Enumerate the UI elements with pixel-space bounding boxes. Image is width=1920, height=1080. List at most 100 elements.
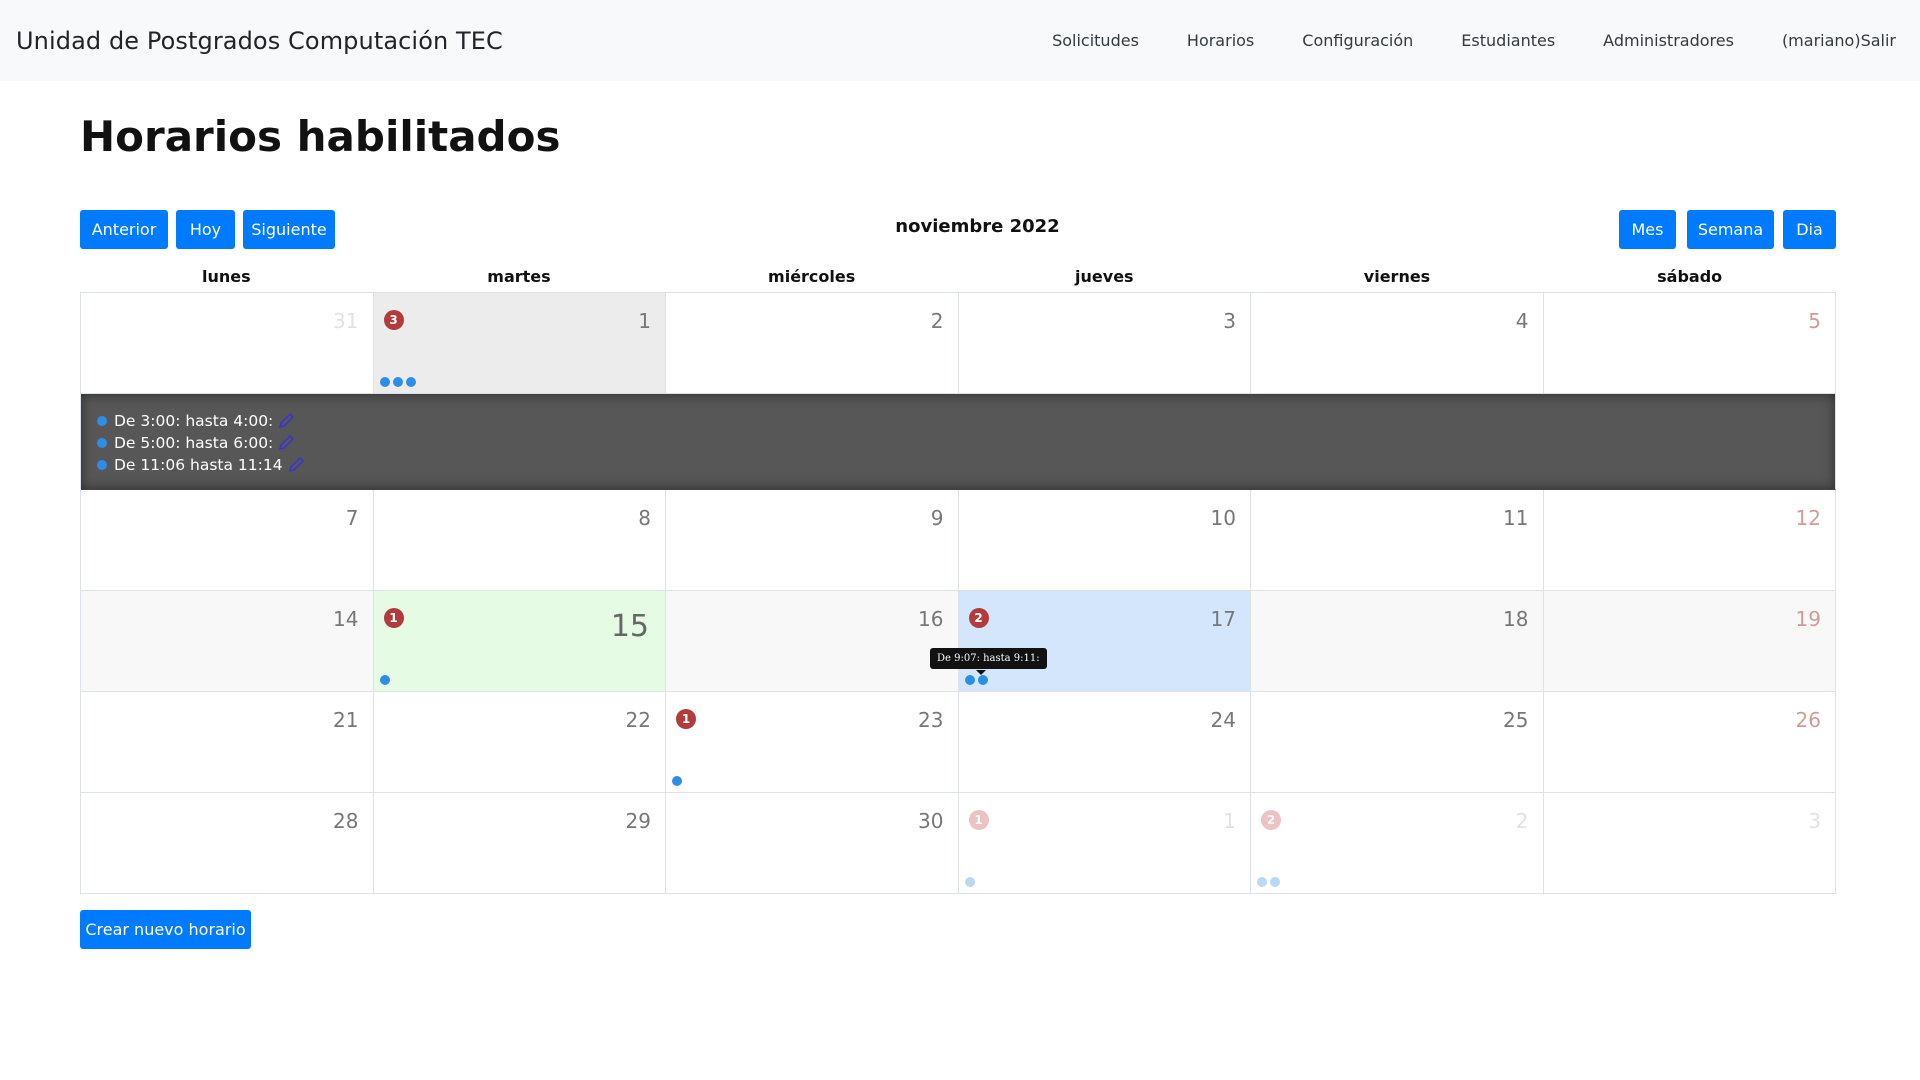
- calendar-day-cell[interactable]: 11: [1251, 490, 1544, 591]
- nav-link-salir[interactable]: (mariano)Salir: [1758, 31, 1896, 50]
- event-time-label: De 11:06 hasta 11:14: [114, 456, 283, 474]
- day-number: 31: [333, 309, 359, 333]
- calendar-day-cell[interactable]: 22: [373, 692, 666, 793]
- nav-links: Solicitudes Horarios Configuración Estud…: [1028, 31, 1896, 50]
- calendar-day-cell[interactable]: 31: [373, 293, 666, 394]
- calendar-day-cell[interactable]: 31: [81, 293, 374, 394]
- edit-pencil-icon[interactable]: [277, 434, 295, 452]
- calendar-day-cell[interactable]: 16: [666, 591, 959, 692]
- prev-button[interactable]: Anterior: [80, 210, 168, 249]
- calendar-day-cell[interactable]: 8: [373, 490, 666, 591]
- calendar-day-cell[interactable]: 9: [666, 490, 959, 591]
- event-dots: [672, 776, 682, 786]
- event-dot[interactable]: [977, 675, 988, 685]
- event-dot[interactable]: [964, 877, 975, 887]
- event-count-badge[interactable]: 1: [968, 810, 989, 830]
- calendar-day-cell[interactable]: 5: [1543, 293, 1836, 394]
- event-count-badge[interactable]: 3: [383, 310, 404, 330]
- event-dot[interactable]: [379, 675, 390, 685]
- view-month-button[interactable]: Mes: [1619, 210, 1676, 249]
- calendar-day-cell[interactable]: 1 15: [373, 591, 666, 692]
- event-dot[interactable]: [379, 377, 390, 387]
- day-number: 14: [333, 607, 359, 631]
- day-number: 10: [1210, 506, 1236, 530]
- calendar-day-cell[interactable]: 12: [1543, 490, 1836, 591]
- weekday-header: lunes martes miércoles jueves viernes sá…: [80, 262, 1836, 292]
- expanded-events-panel: De 3:00: hasta 4:00: De 5:00: hasta 6:00:…: [81, 394, 1836, 490]
- day-number: 18: [1503, 607, 1529, 631]
- calendar-day-cell[interactable]: 10: [958, 490, 1251, 591]
- event-count-badge[interactable]: 2: [968, 608, 989, 628]
- calendar-day-cell[interactable]: 24: [958, 692, 1251, 793]
- day-number: 29: [625, 809, 651, 833]
- event-dot[interactable]: [405, 377, 416, 387]
- event-count-badge[interactable]: 1: [676, 709, 696, 729]
- day-number: 16: [918, 607, 944, 631]
- day-number: 21: [333, 708, 359, 732]
- day-number: 2: [1515, 809, 1529, 833]
- view-day-button[interactable]: Dia: [1783, 210, 1836, 249]
- next-button[interactable]: Siguiente: [243, 210, 335, 249]
- calendar-day-cell[interactable]: 28: [81, 793, 374, 894]
- day-number: 3: [1223, 309, 1236, 333]
- day-number: 25: [1503, 708, 1529, 732]
- calendar-week-row: 7 8 9 10 11 12: [81, 490, 1836, 591]
- event-dot: [97, 460, 107, 470]
- event-dot[interactable]: [1270, 877, 1280, 887]
- nav-link-estudiantes[interactable]: Estudiantes: [1437, 31, 1579, 50]
- navbar: Unidad de Postgrados Computación TEC Sol…: [0, 0, 1920, 81]
- calendar-day-cell[interactable]: 21: [81, 692, 374, 793]
- month-label: noviembre 2022: [895, 216, 1060, 237]
- event-time-label: De 5:00: hasta 6:00:: [114, 434, 274, 452]
- nav-link-solicitudes[interactable]: Solicitudes: [1028, 31, 1163, 50]
- day-number: 15: [610, 609, 649, 644]
- calendar-day-cell[interactable]: 22: [1251, 793, 1544, 894]
- event-item[interactable]: De 11:06 hasta 11:14: [97, 454, 1819, 476]
- calendar-day-cell[interactable]: 29: [373, 793, 666, 894]
- today-button[interactable]: Hoy: [176, 210, 235, 249]
- event-dot[interactable]: [1257, 877, 1267, 887]
- event-item[interactable]: De 5:00: hasta 6:00:: [97, 432, 1819, 454]
- event-count-badge[interactable]: 1: [383, 608, 404, 628]
- calendar-week-row: 28 29 30 1 1 2 2 3: [81, 793, 1836, 894]
- day-number: 23: [918, 708, 944, 732]
- event-dots: [964, 675, 988, 685]
- day-number: 4: [1515, 309, 1529, 333]
- view-week-button[interactable]: Semana: [1687, 210, 1774, 249]
- event-dot: [97, 416, 107, 426]
- calendar-day-cell[interactable]: 3: [958, 293, 1251, 394]
- event-dot[interactable]: [392, 377, 403, 387]
- edit-pencil-icon[interactable]: [277, 412, 295, 430]
- calendar-day-cell[interactable]: 30: [666, 793, 959, 894]
- calendar-day-cell[interactable]: 7: [81, 490, 374, 591]
- nav-link-horarios[interactable]: Horarios: [1163, 31, 1278, 50]
- calendar-day-cell[interactable]: 1 23: [666, 692, 959, 793]
- brand-title[interactable]: Unidad de Postgrados Computación TEC: [16, 27, 503, 55]
- calendar-day-cell[interactable]: 4: [1251, 293, 1544, 394]
- calendar-day-cell[interactable]: 18: [1251, 591, 1544, 692]
- day-number: 30: [918, 809, 944, 833]
- nav-link-configuracion[interactable]: Configuración: [1278, 31, 1437, 50]
- tooltip-arrow: [976, 670, 986, 675]
- calendar-day-cell[interactable]: 2: [666, 293, 959, 394]
- calendar-day-cell[interactable]: 25: [1251, 692, 1544, 793]
- event-item[interactable]: De 3:00: hasta 4:00:: [97, 410, 1819, 432]
- calendar-day-cell[interactable]: 3: [1543, 793, 1836, 894]
- event-dot[interactable]: [672, 776, 682, 786]
- day-number: 28: [333, 809, 359, 833]
- calendar-day-cell[interactable]: 11: [958, 793, 1251, 894]
- calendar-week-row: 21 22 1 23 24 25 26: [81, 692, 1836, 793]
- calendar-day-cell[interactable]: 2 17: [958, 591, 1251, 692]
- nav-link-administradores[interactable]: Administradores: [1579, 31, 1758, 50]
- day-number: 5: [1808, 309, 1821, 333]
- page-title: Horarios habilitados: [80, 112, 561, 161]
- create-schedule-button[interactable]: Crear nuevo horario: [80, 910, 251, 949]
- event-dot[interactable]: [964, 675, 975, 685]
- edit-pencil-icon[interactable]: [287, 456, 305, 474]
- weekday-label: viernes: [1363, 267, 1431, 286]
- weekday-label: jueves: [1075, 267, 1134, 286]
- event-count-badge[interactable]: 2: [1261, 810, 1281, 830]
- calendar-day-cell[interactable]: 26: [1543, 692, 1836, 793]
- calendar-day-cell[interactable]: 14: [81, 591, 374, 692]
- calendar-day-cell[interactable]: 19: [1543, 591, 1836, 692]
